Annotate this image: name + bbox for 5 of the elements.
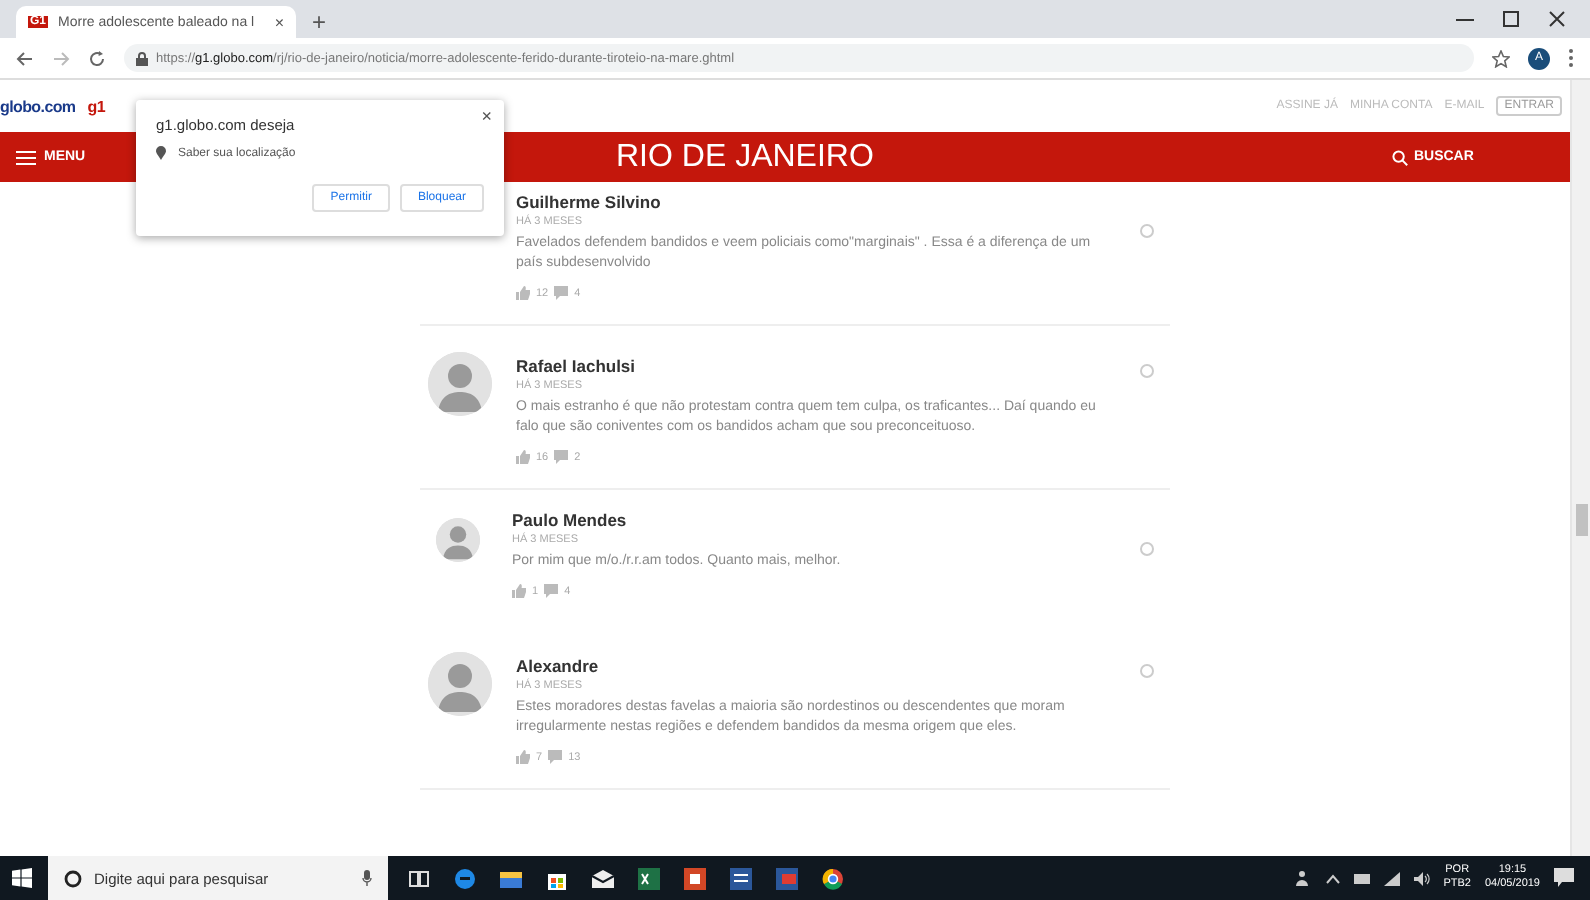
- commenter-name: Rafael Iachulsi: [516, 356, 638, 376]
- commenter-name: Paulo Mendes: [512, 510, 629, 530]
- section-title: RIO DE JANEIRO: [616, 139, 874, 175]
- commenter-name: Guilherme Silvino: [516, 192, 663, 212]
- commenter-name: Alexandre: [516, 656, 601, 676]
